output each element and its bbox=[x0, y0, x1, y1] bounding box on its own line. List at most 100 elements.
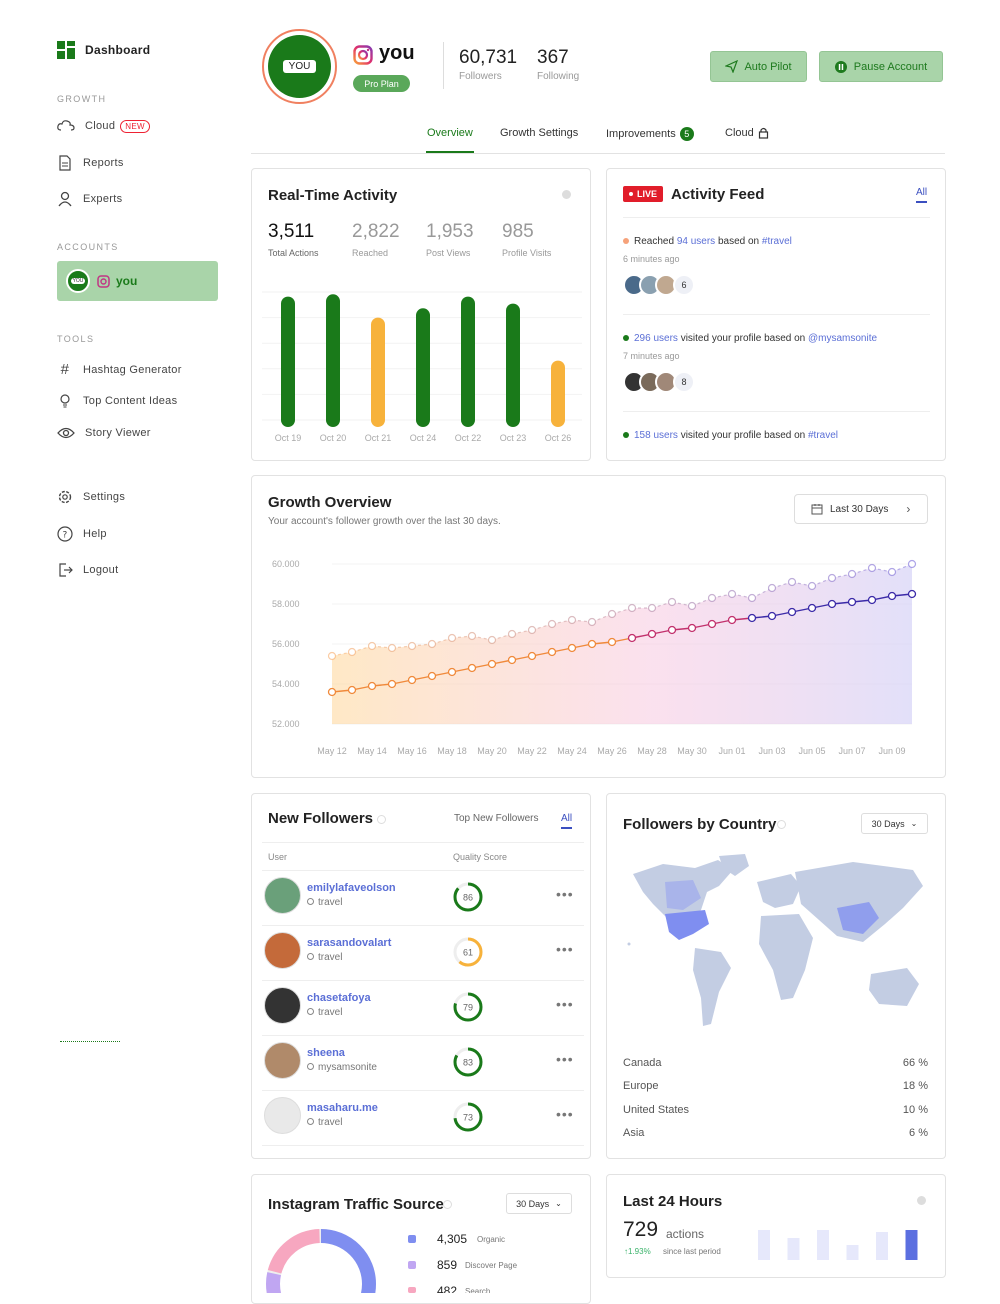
eye-icon bbox=[57, 427, 75, 439]
table-row[interactable]: masaharu.me travel 73 ••• bbox=[262, 1091, 584, 1146]
activity-count-link[interactable]: 158 users bbox=[634, 430, 678, 441]
quality-score-value: 61 bbox=[463, 948, 473, 958]
autopilot-button[interactable]: Auto Pilot bbox=[710, 51, 807, 82]
sidebar-item-hashtag-generator[interactable]: # Hashtag Generator bbox=[57, 361, 182, 378]
data-point-solid bbox=[587, 639, 597, 649]
info-icon[interactable] bbox=[777, 820, 786, 829]
follower-username[interactable]: sheena bbox=[307, 1047, 345, 1059]
tab-overview[interactable]: Overview bbox=[427, 127, 473, 139]
more-options-icon[interactable]: ••• bbox=[556, 886, 574, 902]
follower-username[interactable]: masaharu.me bbox=[307, 1102, 378, 1114]
more-options-icon[interactable]: ••• bbox=[556, 941, 574, 957]
date-range-selector[interactable]: Last 30 Days › bbox=[794, 494, 928, 524]
y-tick-label: 54.000 bbox=[272, 679, 300, 689]
profile-avatar[interactable]: YOU bbox=[268, 35, 331, 98]
country-range-dropdown[interactable]: 30 Days ⌄ bbox=[861, 813, 928, 834]
sidebar-item-help[interactable]: ? Help bbox=[57, 526, 107, 542]
map-europe bbox=[757, 874, 801, 908]
account-item-you[interactable]: YOU you bbox=[57, 261, 218, 301]
avatar-more-count: 6 bbox=[673, 274, 695, 296]
chevron-down-icon: ⌄ bbox=[910, 819, 918, 828]
activity-count-link[interactable]: 94 users bbox=[677, 236, 715, 247]
activity-title: Activity Feed bbox=[671, 186, 765, 203]
table-row[interactable]: sheena mysamsonite 83 ••• bbox=[262, 1036, 584, 1091]
tag-icon bbox=[307, 1118, 314, 1125]
data-point-dashed bbox=[747, 593, 757, 603]
traffic-label: Search bbox=[465, 1287, 491, 1293]
avatar[interactable] bbox=[264, 877, 301, 914]
x-tick-label: May 12 bbox=[317, 746, 347, 756]
legend-swatch bbox=[408, 1261, 416, 1269]
avatar[interactable] bbox=[264, 1097, 301, 1134]
activity-count-link[interactable]: 296 users bbox=[634, 333, 678, 344]
data-point-dashed bbox=[707, 593, 717, 603]
data-point-solid bbox=[707, 619, 717, 629]
activity-tag-link[interactable]: #travel bbox=[808, 430, 838, 441]
tag-icon bbox=[307, 1063, 314, 1070]
follower-tag: travel bbox=[307, 1007, 342, 1018]
data-point-solid bbox=[567, 643, 577, 653]
avatar-stack[interactable]: 6 bbox=[623, 274, 695, 296]
data-point-solid bbox=[647, 629, 657, 639]
sidebar-item-reports[interactable]: Reports bbox=[57, 155, 124, 171]
avatar[interactable] bbox=[264, 1042, 301, 1079]
data-point-dashed bbox=[767, 583, 777, 593]
sidebar-item-cloud[interactable]: Cloud NEW bbox=[57, 119, 150, 133]
avatar[interactable] bbox=[264, 932, 301, 969]
more-options-icon[interactable]: ••• bbox=[556, 1106, 574, 1122]
avatar-more-count: 8 bbox=[673, 371, 695, 393]
data-point-dashed bbox=[447, 633, 457, 643]
sidebar-item-experts[interactable]: Experts bbox=[57, 191, 122, 207]
activity-text: visited your profile based on bbox=[677, 430, 808, 441]
sidebar-item-story-viewer[interactable]: Story Viewer bbox=[57, 426, 151, 440]
traffic-range-dropdown[interactable]: 30 Days ⌄ bbox=[506, 1193, 572, 1214]
growth-line-chart: 60.000 58.000 56.000 54.000 52.000 May 12 May … bbox=[272, 559, 917, 756]
table-row[interactable]: emilylafaveolson travel 86 ••• bbox=[262, 871, 584, 926]
info-icon[interactable] bbox=[443, 1200, 452, 1209]
activity-filter-all[interactable]: All bbox=[916, 187, 928, 203]
traffic-title: Instagram Traffic Source bbox=[268, 1196, 444, 1213]
realtime-bar-chart: Oct 19 Oct 20 Oct 21 Oct 24 Oct 22 Oct 23 Oct … bbox=[262, 291, 582, 443]
sidebar-item-logout[interactable]: Logout bbox=[57, 562, 118, 578]
info-icon[interactable] bbox=[562, 190, 571, 199]
data-point-dashed bbox=[787, 577, 797, 587]
data-point-dashed bbox=[727, 589, 737, 599]
realtime-title: Real-Time Activity bbox=[268, 187, 398, 204]
info-icon[interactable] bbox=[377, 815, 386, 824]
follower-tag: travel bbox=[307, 1117, 342, 1128]
data-point-solid bbox=[547, 647, 557, 657]
more-options-icon[interactable]: ••• bbox=[556, 1051, 574, 1067]
table-row[interactable]: sarasandovalart travel 61 ••• bbox=[262, 926, 584, 981]
sidebar-item-settings[interactable]: Settings bbox=[57, 489, 125, 505]
follower-username[interactable]: sarasandovalart bbox=[307, 937, 391, 949]
sidebar-item-top-content-ideas[interactable]: Top Content Ideas bbox=[57, 393, 177, 409]
table-row[interactable]: chasetafoya travel 79 ••• bbox=[262, 981, 584, 1036]
activity-tag-link[interactable]: @mysamsonite bbox=[808, 333, 877, 344]
tabs-divider bbox=[251, 153, 945, 154]
follower-tag: travel bbox=[307, 952, 342, 963]
avatar[interactable] bbox=[264, 987, 301, 1024]
data-point-dashed bbox=[387, 643, 397, 653]
activity-item-3: 158 users visited your profile based on … bbox=[623, 430, 838, 441]
stat-reached-label: Reached bbox=[352, 248, 389, 258]
sidebar-item-dashboard[interactable]: Dashboard bbox=[57, 41, 150, 59]
info-icon[interactable] bbox=[917, 1196, 926, 1205]
tab-cloud[interactable]: Cloud bbox=[725, 127, 769, 139]
avatar-stack[interactable]: 8 bbox=[623, 371, 695, 393]
pause-account-button[interactable]: Pause Account bbox=[819, 51, 943, 82]
data-point-solid bbox=[847, 597, 857, 607]
tab-top-new-followers[interactable]: Top New Followers bbox=[454, 813, 538, 824]
follower-username[interactable]: emilylafaveolson bbox=[307, 882, 396, 894]
tab-label: Improvements bbox=[606, 128, 676, 140]
activity-tag-link[interactable]: #travel bbox=[762, 236, 792, 247]
follower-tag: travel bbox=[307, 897, 342, 908]
status-dot bbox=[623, 335, 629, 342]
more-options-icon[interactable]: ••• bbox=[556, 996, 574, 1012]
instagram-icon bbox=[97, 274, 110, 288]
traffic-value: 859 bbox=[437, 1258, 458, 1272]
country-percent: 66 % bbox=[902, 1057, 928, 1069]
tab-growth-settings[interactable]: Growth Settings bbox=[500, 127, 578, 139]
follower-username[interactable]: chasetafoya bbox=[307, 992, 371, 1004]
tab-improvements[interactable]: Improvements 5 bbox=[606, 127, 694, 141]
tab-all-followers[interactable]: All bbox=[561, 813, 573, 829]
